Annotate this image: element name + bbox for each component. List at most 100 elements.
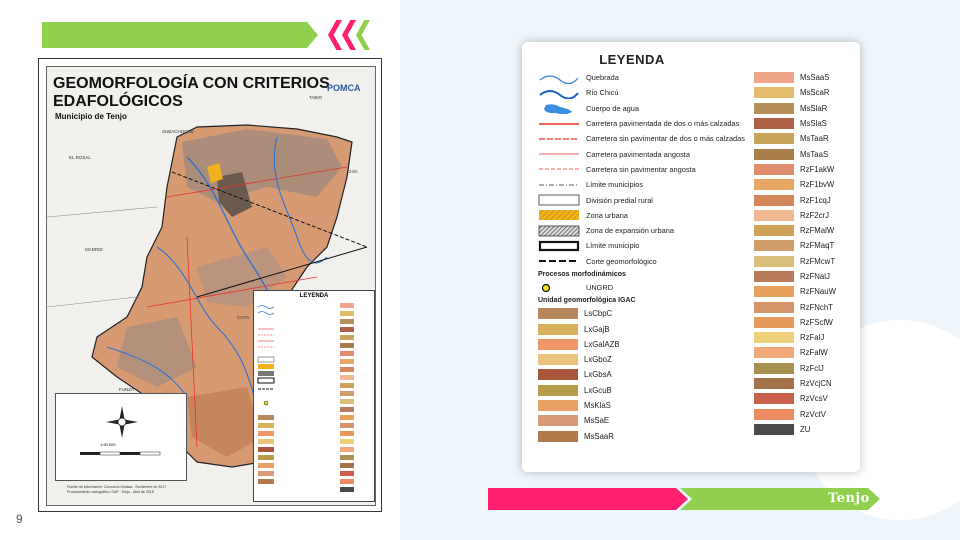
legend-unit: MsSlaR (754, 101, 854, 116)
legend-item: Límite municipio (538, 238, 768, 253)
legend-label: Zona urbana (586, 210, 628, 220)
legend-unit: RzFNalJ (754, 269, 854, 284)
legend-unit: RzFScfW (754, 315, 854, 330)
legend-label: Carretera pavimentada angosta (586, 149, 690, 159)
legend-item: Zona de expansión urbana (538, 223, 768, 238)
legend-unit: MsSaE (538, 413, 768, 428)
legend-right-column: MsSaaS MsScaR MsSlaR MsSlaS MsTaaR MsTaaS RzF1… (754, 70, 854, 437)
legend-unit: LxGcuB (538, 383, 768, 398)
legend-unit: RzFMaqT (754, 238, 854, 253)
place-label: CHÍA (347, 169, 358, 174)
legend-label: Corte geomorfológico (586, 256, 657, 266)
legend-label: División predial rural (586, 195, 653, 205)
legend-unit-label: MsSaaS (800, 73, 830, 83)
legend-label: Carretera pavimentada de dos o más calza… (586, 119, 740, 129)
color-swatch (754, 148, 794, 160)
color-swatch (538, 338, 578, 350)
legend-unit-label: MsTaaR (800, 134, 829, 144)
color-swatch (754, 271, 794, 282)
legend-unit: MsTaaS (754, 146, 854, 161)
legend-unit: RzF1akW (754, 162, 854, 177)
legend-unit: MsScaR (754, 85, 854, 100)
color-swatch (754, 72, 794, 84)
legend-unit: ZU (754, 422, 854, 437)
legend-unit-label: LxGajB (584, 324, 610, 334)
legend-unit-label: RzFclJ (800, 363, 824, 373)
legend-label: Carretera sin pavimentar angosta (586, 164, 696, 174)
legend-unit-label: MsSlaR (800, 103, 828, 113)
legend-unit-label: RzFNchT (800, 302, 833, 312)
legend-unit: MsSaaS (754, 70, 854, 85)
legend-unit-label: RzFMaqT (800, 241, 835, 251)
color-swatch (754, 240, 794, 252)
legend-label: Zona de expansión urbana (586, 226, 674, 236)
legend-unit-label: LxGcuB (584, 385, 612, 395)
legend-item: Quebrada (538, 70, 768, 85)
legend-section-title: Unidad geomorfológica IGAC (538, 297, 636, 305)
color-swatch (538, 400, 578, 412)
legend-unit-label: RzF1bvW (800, 180, 835, 190)
place-label: TABIO (309, 95, 323, 100)
place-label: SUBACHOQUE (162, 129, 195, 134)
legend-unit: MsSaaR (538, 429, 768, 444)
legend-unit-label: RzVcsV (800, 394, 828, 404)
color-swatch (754, 118, 794, 130)
legend-unit: RzFalJ (754, 330, 854, 345)
legend-unit-label: RzFalW (800, 348, 828, 358)
legend-unit: RzFalW (754, 345, 854, 360)
color-swatch (538, 308, 578, 320)
place-label: MADRID (85, 247, 103, 252)
legend-unit: LxGalAZB (538, 337, 768, 352)
map-frame: GEOMORFOLOGÍA CON CRITERIOS EDAFOLÓGICOS… (38, 58, 382, 512)
legend-item: Cuerpo de agua (538, 101, 768, 116)
legend-symbol-icon (538, 87, 580, 99)
legend-unit-label: RzFScfW (800, 317, 833, 327)
legend-unit: RzFMcwT (754, 254, 854, 269)
legend-unit-label: MsKlaS (584, 401, 611, 411)
legend-label: Quebrada (586, 73, 619, 83)
color-swatch (538, 384, 578, 396)
legend-unit: RzF2crJ (754, 208, 854, 223)
legend-unit: LxGajB (538, 321, 768, 336)
legend-unit-label: MsSlaS (800, 119, 827, 129)
legend-symbol-icon (538, 148, 580, 160)
legend-unit-label: MsScaR (800, 88, 830, 98)
color-swatch (754, 133, 794, 145)
map-source: Fuente de información: Consorcio Huitaca… (67, 485, 167, 494)
legend-unit: RzFclJ (754, 361, 854, 376)
legend-unit-label: LxGbsA (584, 370, 612, 380)
scale-box: 1:90.000 (55, 393, 187, 481)
top-green-band (42, 22, 318, 48)
color-swatch (754, 209, 794, 221)
legend-unit-label: RzF2crJ (800, 210, 830, 220)
color-swatch (538, 415, 578, 427)
color-swatch (754, 332, 794, 344)
legend-unit-label: RzFMalW (800, 226, 835, 236)
color-swatch (754, 408, 794, 420)
color-swatch (538, 369, 578, 381)
color-swatch (538, 354, 578, 366)
scale-label: 1:90.000 (100, 442, 116, 447)
legend-label: Río Chicú (586, 88, 619, 98)
legend-item: Zona urbana (538, 208, 768, 223)
legend-unit-label: MsTaaS (800, 149, 829, 159)
legend-label: Cuerpo de agua (586, 103, 640, 113)
legend-symbol-icon (538, 255, 580, 267)
mini-legend-swatches (257, 303, 354, 492)
legend-unit-label: LsCbpC (584, 309, 613, 319)
color-swatch (754, 362, 794, 374)
legend-item: UNGRD (538, 280, 768, 295)
map-subtitle: Municipio de Tenjo (55, 112, 127, 121)
color-swatch (754, 286, 794, 298)
chevron-left-icon (328, 20, 342, 50)
tenjo-logo: Tenjo (828, 491, 870, 506)
legend-unit: LxGboZ (538, 352, 768, 367)
legend-unit-label: LxGboZ (584, 355, 612, 365)
place-label: COTA (237, 315, 250, 320)
map-mini-legend: LEYENDA (253, 290, 375, 502)
ungrd-dot-icon (538, 282, 580, 294)
legend-card: LEYENDA Quebrada Río Chicú Cuerpo de agua C… (522, 42, 860, 472)
legend-symbol-icon (538, 133, 580, 145)
color-swatch (754, 194, 794, 206)
legend-unit: LxGbsA (538, 367, 768, 382)
